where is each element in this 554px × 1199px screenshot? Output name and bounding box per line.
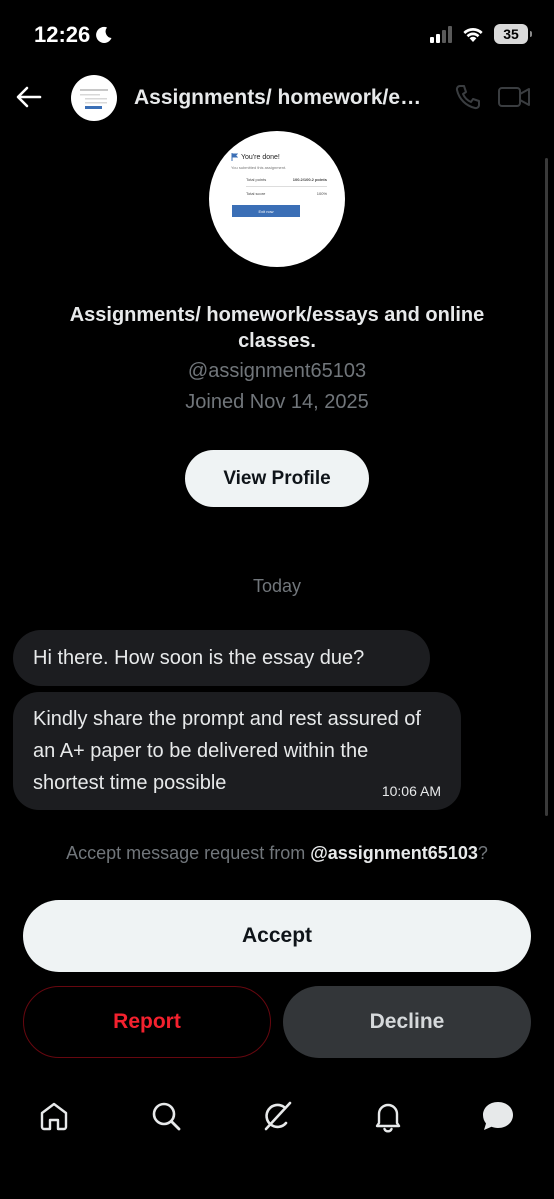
messages-icon bbox=[483, 1102, 513, 1130]
grok-icon bbox=[264, 1101, 292, 1131]
avatar-card-row1-value: 100.2/100.2 points bbox=[292, 177, 327, 182]
nav-grok[interactable] bbox=[259, 1098, 295, 1134]
report-button[interactable]: Report bbox=[23, 986, 271, 1058]
nav-messages[interactable] bbox=[480, 1098, 516, 1134]
divider bbox=[246, 186, 327, 187]
message-text: Kindly share the prompt and rest assured… bbox=[33, 708, 421, 794]
scrollbar[interactable] bbox=[545, 158, 548, 816]
avatar-card-row2-label: Total score bbox=[246, 191, 266, 196]
profile-name: Assignments/ homework/essays and online … bbox=[69, 304, 485, 352]
profile-avatar[interactable]: You're done! You submitted this assignme… bbox=[209, 131, 345, 267]
profile-handle: @assignment65103 bbox=[187, 360, 367, 382]
avatar-card: You're done! You submitted this assignme… bbox=[231, 153, 327, 249]
arrow-left-icon[interactable] bbox=[14, 82, 44, 112]
nav-notifications[interactable] bbox=[370, 1098, 406, 1134]
message-bubble[interactable]: Hi there. How soon is the essay due? bbox=[13, 630, 430, 686]
avatar-card-subtext: You submitted this assignment. bbox=[231, 165, 287, 170]
message-text: Hi there. How soon is the essay due? bbox=[33, 647, 365, 669]
status-icons: 35 bbox=[430, 24, 532, 44]
header-title[interactable]: Assignments/ homework/essays and online … bbox=[134, 86, 426, 110]
request-suffix: ? bbox=[477, 843, 488, 863]
profile-joined-date: Joined Nov 14, 2025 bbox=[185, 391, 369, 413]
bottom-navigation bbox=[0, 1090, 554, 1150]
request-handle[interactable]: @assignment65103 bbox=[310, 843, 478, 863]
battery-level: 35 bbox=[503, 26, 519, 42]
conversation-header: Assignments/ homework/essays and online … bbox=[0, 70, 554, 130]
wifi-icon bbox=[463, 27, 483, 42]
request-prefix: Accept message request from bbox=[66, 843, 311, 863]
nav-search[interactable] bbox=[148, 1098, 184, 1134]
accept-button[interactable]: Accept bbox=[23, 900, 531, 972]
avatar-thumbnail bbox=[80, 89, 108, 109]
battery-indicator: 35 bbox=[494, 24, 532, 44]
status-bar: 12:26 35 bbox=[0, 0, 554, 70]
bell-icon bbox=[375, 1103, 401, 1133]
avatar-card-heading: You're done! bbox=[241, 153, 280, 161]
header-avatar[interactable] bbox=[71, 75, 117, 121]
date-separator: Today bbox=[252, 576, 302, 596]
message-request-prompt: Accept message request from @assignment6… bbox=[0, 843, 554, 864]
moon-icon bbox=[96, 26, 112, 43]
decline-button[interactable]: Decline bbox=[283, 986, 531, 1058]
view-profile-button[interactable]: View Profile bbox=[185, 450, 369, 507]
avatar-card-button: Exit now bbox=[232, 205, 300, 217]
nav-home[interactable] bbox=[36, 1098, 72, 1134]
avatar-card-row1-label: Total points bbox=[246, 177, 267, 182]
phone-icon[interactable] bbox=[454, 83, 482, 111]
video-camera-icon[interactable] bbox=[497, 84, 531, 110]
search-icon bbox=[152, 1102, 181, 1131]
clock-text: 12:26 bbox=[34, 22, 91, 47]
flag-icon bbox=[231, 153, 238, 161]
message-timestamp: 10:06 AM bbox=[381, 783, 441, 799]
home-icon bbox=[40, 1102, 68, 1131]
status-time: 12:26 bbox=[34, 22, 114, 48]
avatar-card-row2-value: 100% bbox=[316, 191, 327, 196]
cellular-signal-icon bbox=[430, 25, 452, 43]
message-bubble[interactable]: Kindly share the prompt and rest assured… bbox=[13, 692, 461, 810]
